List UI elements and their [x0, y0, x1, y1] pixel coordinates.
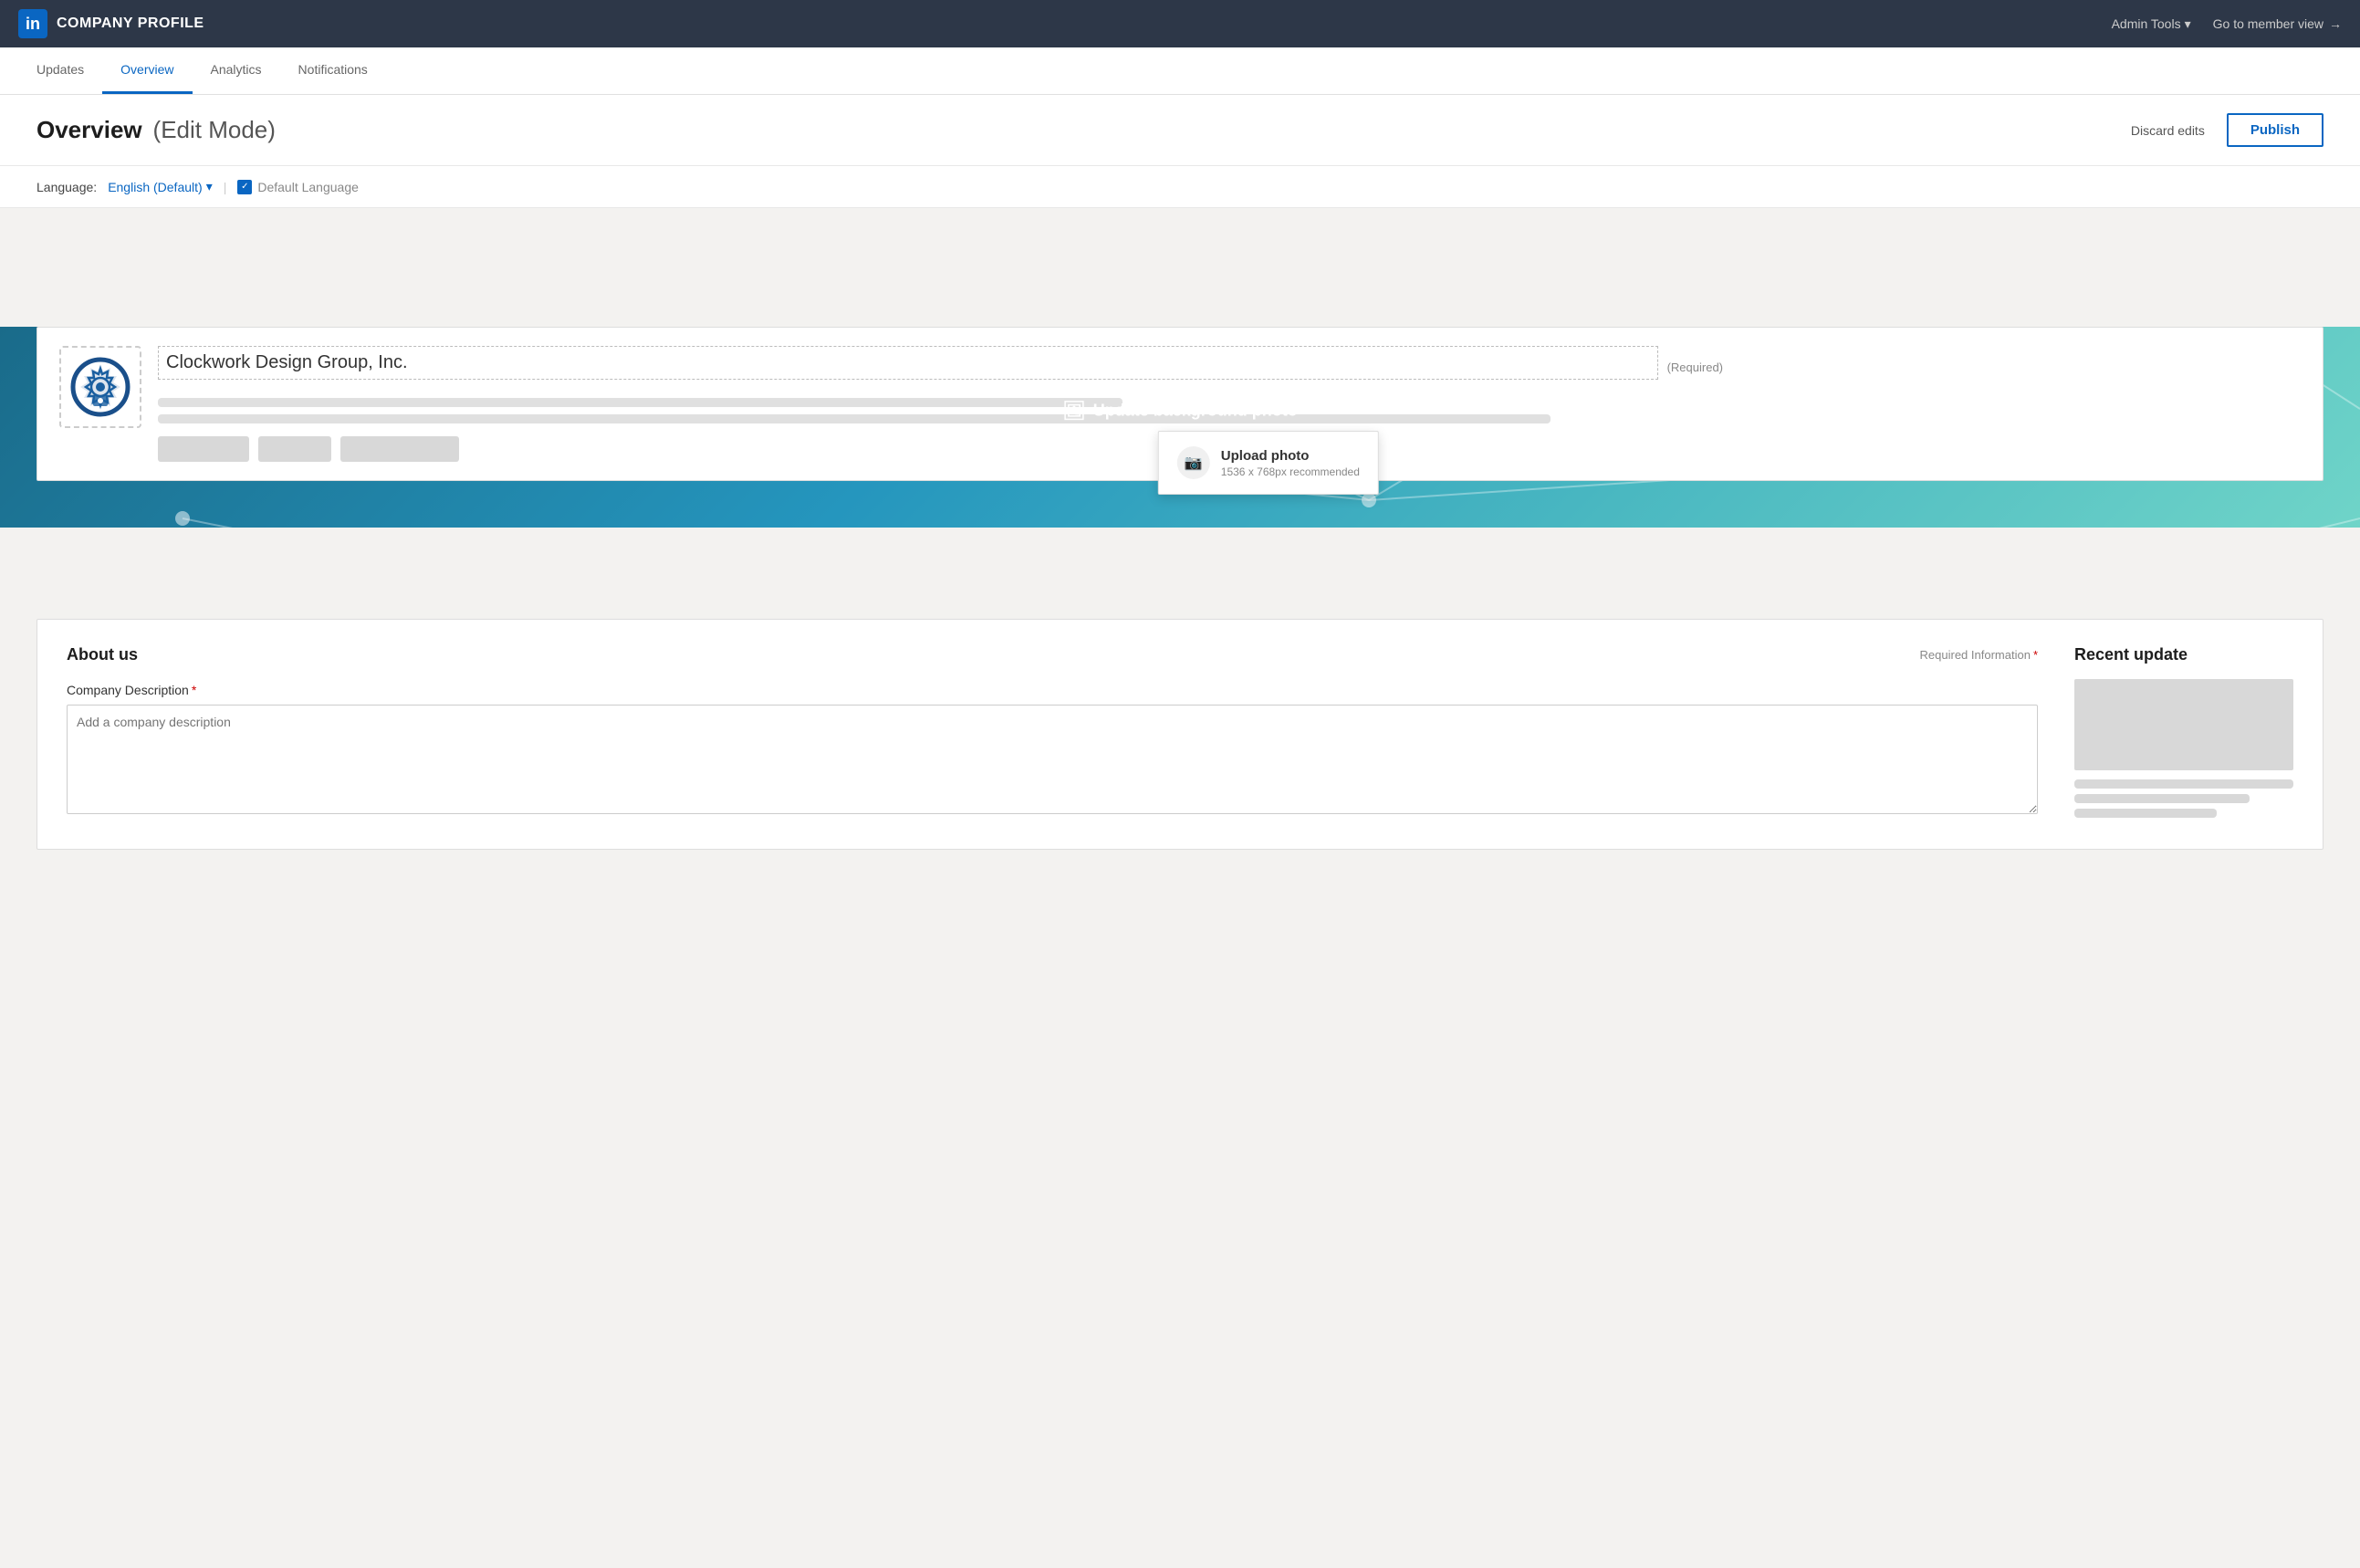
company-description-label: Company Description * — [67, 683, 2038, 697]
tab-notifications[interactable]: Notifications — [280, 47, 386, 94]
lang-divider: | — [224, 180, 227, 194]
admin-tools-button[interactable]: Admin Tools ▾ — [2112, 16, 2191, 32]
image-icon: 🖼 — [1062, 400, 1085, 423]
about-section: About us Required Information * Company … — [37, 619, 2323, 850]
subnav: Updates Overview Analytics Notifications — [0, 47, 2360, 95]
navbar: in COMPANY PROFILE Admin Tools ▾ Go to m… — [0, 0, 2360, 47]
arrow-right-icon: → — [2329, 16, 2342, 31]
recent-text-line-2 — [2074, 794, 2250, 803]
navbar-right: Admin Tools ▾ Go to member view → — [2112, 16, 2342, 32]
default-language-label: Default Language — [257, 180, 359, 194]
about-header: About us Required Information * — [67, 645, 2038, 664]
tab-overview[interactable]: Overview — [102, 47, 192, 94]
language-select-dropdown[interactable]: English (Default) ▾ — [108, 179, 213, 194]
about-left: About us Required Information * Company … — [67, 645, 2038, 823]
chevron-down-icon: ▾ — [206, 179, 213, 194]
company-name-input[interactable] — [158, 346, 1658, 380]
company-name-row: (Required) — [158, 346, 2301, 389]
field-required-star: * — [192, 683, 196, 697]
placeholder-line-2 — [158, 414, 1551, 423]
upload-text: Upload photo 1536 x 768px recommended — [1221, 448, 1360, 478]
recent-text-line-3 — [2074, 809, 2217, 818]
navbar-brand: COMPANY PROFILE — [57, 16, 204, 32]
checkbox-icon: ✓ — [237, 180, 252, 194]
navbar-left: in COMPANY PROFILE — [18, 9, 204, 38]
hero-banner: 🖼 Update background photo 📷 Upload photo… — [0, 327, 2360, 528]
recent-update-image — [2074, 679, 2293, 770]
language-label: Language: — [37, 180, 97, 194]
placeholder-btn-3 — [340, 436, 459, 462]
tab-updates[interactable]: Updates — [18, 47, 102, 94]
about-right: Recent update — [2074, 645, 2293, 823]
upload-photo-dropdown[interactable]: 📷 Upload photo 1536 x 768px recommended — [1158, 431, 1379, 495]
language-bar: Language: English (Default) ▾ | ✓ Defaul… — [0, 166, 2360, 208]
main-area: About us Required Information * Company … — [0, 528, 2360, 886]
page-title: Overview (Edit Mode) — [37, 116, 276, 144]
update-background-photo-button[interactable]: 🖼 Update background photo — [1062, 400, 1297, 423]
go-to-member-view-button[interactable]: Go to member view → — [2213, 16, 2342, 31]
upload-photo-option[interactable]: 📷 Upload photo 1536 x 768px recommended — [1177, 446, 1360, 479]
recent-text-line-1 — [2074, 779, 2293, 789]
update-bg-label: 🖼 Update background photo — [1062, 400, 1297, 423]
company-description-textarea[interactable] — [67, 705, 2038, 814]
required-star: * — [2033, 648, 2038, 662]
linkedin-logo: in — [18, 9, 47, 38]
chevron-down-icon: ▾ — [2185, 16, 2191, 32]
publish-button[interactable]: Publish — [2227, 113, 2323, 147]
placeholder-line-1 — [158, 398, 1123, 407]
placeholder-btn-1 — [158, 436, 249, 462]
gear-logo-icon — [68, 355, 132, 419]
placeholder-btn-2 — [258, 436, 331, 462]
company-logo[interactable] — [59, 346, 141, 428]
camera-icon: 📷 — [1177, 446, 1210, 479]
about-title: About us — [67, 645, 138, 664]
recent-update-title: Recent update — [2074, 645, 2293, 664]
discard-edits-button[interactable]: Discard edits — [2120, 116, 2216, 145]
page-header: Overview (Edit Mode) Discard edits Publi… — [0, 95, 2360, 166]
required-label: (Required) — [1667, 361, 1723, 374]
required-info-label: Required Information * — [1920, 648, 2038, 662]
tab-analytics[interactable]: Analytics — [193, 47, 280, 94]
header-actions: Discard edits Publish — [2120, 113, 2323, 147]
default-language-checkbox[interactable]: ✓ Default Language — [237, 180, 359, 194]
